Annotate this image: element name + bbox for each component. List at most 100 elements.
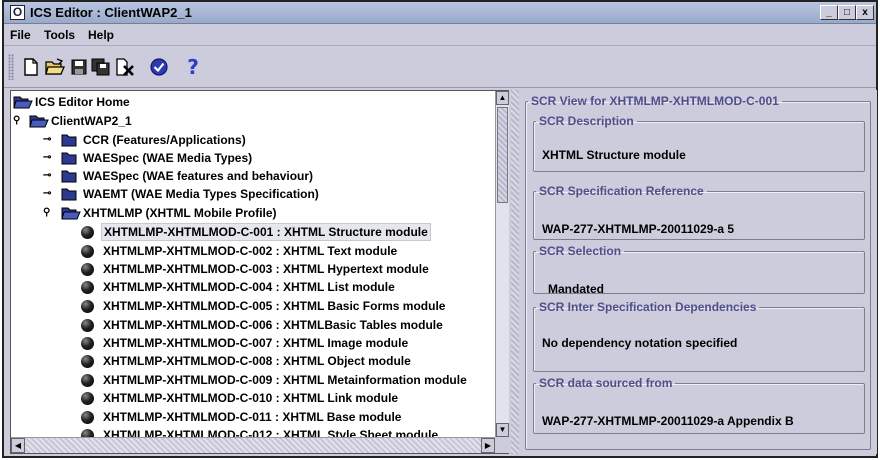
tree-label: XHTMLMP-XHTMLMOD-C-004 : XHTML List modu… <box>103 280 395 294</box>
folder-icon <box>61 188 77 201</box>
item-bullet-icon <box>81 337 94 350</box>
tree-label: CCR (Features/Applications) <box>83 133 246 147</box>
delete-icon <box>116 58 134 76</box>
tree-label: XHTMLMP-XHTMLMOD-C-005 : XHTML Basic For… <box>103 299 446 313</box>
new-icon <box>24 58 38 76</box>
collapse-toggle-icon[interactable]: ⚲ <box>13 116 25 126</box>
collapse-toggle-icon[interactable]: ⚲ <box>43 208 55 218</box>
tree-pane: ICS Editor Home ⚲ ClientWAP2_1 ⊸ CCR (Fe… <box>10 90 509 454</box>
item-bullet-icon <box>81 429 94 437</box>
folder-icon <box>61 152 77 165</box>
scroll-down-arrow-icon[interactable]: ▼ <box>496 423 509 437</box>
window-controls: _ □ x <box>820 5 874 20</box>
expand-toggle-icon[interactable]: ⊸ <box>43 135 55 145</box>
tree-label: XHTMLMP (XHTML Mobile Profile) <box>83 206 277 220</box>
scroll-right-arrow-icon[interactable]: ▶ <box>481 438 495 453</box>
scroll-thumb[interactable] <box>497 107 508 203</box>
item-bullet-icon <box>81 411 94 424</box>
open-folder-icon <box>45 58 65 75</box>
delete-button[interactable] <box>114 56 136 78</box>
window-title: ICS Editor : ClientWAP2_1 <box>30 5 192 20</box>
scr-spec-ref-value: WAP-277-XHTMLMP-20011029-a 5 <box>542 222 735 236</box>
folder-icon <box>61 134 77 147</box>
tree-label: ICS Editor Home <box>35 95 130 109</box>
item-bullet-icon <box>81 374 94 387</box>
scr-source-group: SCR data sourced from WAP-277-XHTMLMP-20… <box>533 376 865 434</box>
item-bullet-icon <box>81 263 94 276</box>
scr-selection-value: Mandated <box>548 282 605 296</box>
save-all-button[interactable] <box>90 56 112 78</box>
help-icon: ? <box>187 57 199 77</box>
tree-label: XHTMLMP-XHTMLMOD-C-010 : XHTML Link modu… <box>103 391 399 405</box>
scrollbar-corner <box>495 437 509 453</box>
save-button[interactable] <box>68 56 90 78</box>
item-bullet-icon <box>81 281 94 294</box>
scr-source-label: SCR data sourced from <box>539 376 673 390</box>
tree-label: XHTMLMP-XHTMLMOD-C-006 : XHTMLBasic Tabl… <box>103 318 443 332</box>
item-bullet-icon <box>81 319 94 332</box>
scr-description-value: XHTML Structure module <box>542 148 686 162</box>
scr-dependencies-value: No dependency notation specified <box>542 336 738 350</box>
scr-dependencies-group: SCR Inter Specification Dependencies No … <box>533 300 865 372</box>
scroll-up-arrow-icon[interactable]: ▲ <box>496 91 509 105</box>
tree-label: XHTMLMP-XHTMLMOD-C-012 : XHTML Style She… <box>103 428 439 437</box>
tree-label: XHTMLMP-XHTMLMOD-C-011 : XHTML Base modu… <box>103 410 402 424</box>
item-bullet-icon <box>81 300 94 313</box>
app-window: O ICS Editor : ClientWAP2_1 _ □ x File T… <box>2 0 878 458</box>
svg-text:?: ? <box>187 57 199 77</box>
scr-view-title: SCR View for XHTMLMP-XHTMLMOD-C-001 <box>531 94 779 108</box>
tree-label: WAESpec (WAE features and behaviour) <box>83 169 314 183</box>
scroll-left-arrow-icon[interactable]: ◀ <box>11 438 25 453</box>
open-folder-icon <box>61 207 81 220</box>
menu-file[interactable]: File <box>10 28 31 42</box>
toolbar-grip[interactable] <box>8 54 14 80</box>
tree-label: WAESpec (WAE Media Types) <box>83 151 253 165</box>
tree-vertical-scrollbar[interactable]: ▲ ▼ <box>495 91 509 437</box>
tree-label: XHTMLMP-XHTMLMOD-C-009 : XHTML Metainfor… <box>103 373 467 387</box>
validate-button[interactable] <box>148 56 170 78</box>
item-bullet-icon <box>81 392 94 405</box>
open-button[interactable] <box>44 56 66 78</box>
tree-label: ClientWAP2_1 <box>51 114 132 128</box>
item-bullet-icon <box>81 245 94 258</box>
scr-description-group: SCR Description XHTML Structure module <box>533 114 865 172</box>
tree-label: XHTMLMP-XHTMLMOD-C-001 : XHTML Structure… <box>101 223 431 241</box>
menu-bar: File Tools Help <box>4 24 876 46</box>
expand-toggle-icon[interactable]: ⊸ <box>43 171 55 181</box>
tree-label: XHTMLMP-XHTMLMOD-C-002 : XHTML Text modu… <box>103 244 398 258</box>
tree-horizontal-scrollbar[interactable]: ◀ ▶ <box>11 437 495 453</box>
app-icon: O <box>10 5 25 20</box>
menu-help[interactable]: Help <box>88 28 114 42</box>
help-button[interactable]: ? <box>182 56 204 78</box>
scr-dependencies-label: SCR Inter Specification Dependencies <box>539 300 757 314</box>
scr-selection-group: SCR Selection Mandated <box>533 244 865 296</box>
scr-selection-label: SCR Selection <box>539 244 622 258</box>
scr-spec-ref-group: SCR Specification Reference WAP-277-XHTM… <box>533 184 865 240</box>
title-bar[interactable]: O ICS Editor : ClientWAP2_1 _ □ x <box>4 2 876 24</box>
validate-check-icon <box>150 58 168 76</box>
folder-icon <box>61 170 77 183</box>
scr-spec-ref-label: SCR Specification Reference <box>539 184 704 198</box>
tree-label: XHTMLMP-XHTMLMOD-C-008 : XHTML Object mo… <box>103 354 411 368</box>
save-icon <box>71 59 87 75</box>
minimize-button[interactable]: _ <box>820 5 838 20</box>
split-divider[interactable] <box>511 90 519 454</box>
item-bullet-icon <box>81 226 94 239</box>
open-folder-icon <box>29 115 49 128</box>
expand-toggle-icon[interactable]: ⊸ <box>43 189 55 199</box>
ics-tree: ICS Editor Home ⚲ ClientWAP2_1 ⊸ CCR (Fe… <box>11 91 495 437</box>
menu-tools[interactable]: Tools <box>44 28 75 42</box>
tree-label: WAEMT (WAE Media Types Specification) <box>83 187 319 201</box>
scr-source-value: WAP-277-XHTMLMP-20011029-a Appendix B <box>542 414 794 428</box>
new-button[interactable] <box>20 56 42 78</box>
tree-label: XHTMLMP-XHTMLMOD-C-007 : XHTML Image mod… <box>103 336 409 350</box>
expand-toggle-icon[interactable]: ⊸ <box>43 153 55 163</box>
open-folder-icon <box>13 96 33 109</box>
save-all-icon <box>91 58 110 76</box>
tree-label: XHTMLMP-XHTMLMOD-C-003 : XHTML Hypertext… <box>103 262 429 276</box>
toolbar: ? <box>4 46 876 88</box>
scr-view-pane: SCR View for XHTMLMP-XHTMLMOD-C-001 SCR … <box>519 90 877 454</box>
close-button[interactable]: x <box>856 5 874 20</box>
maximize-button[interactable]: □ <box>838 5 856 20</box>
item-bullet-icon <box>81 355 94 368</box>
